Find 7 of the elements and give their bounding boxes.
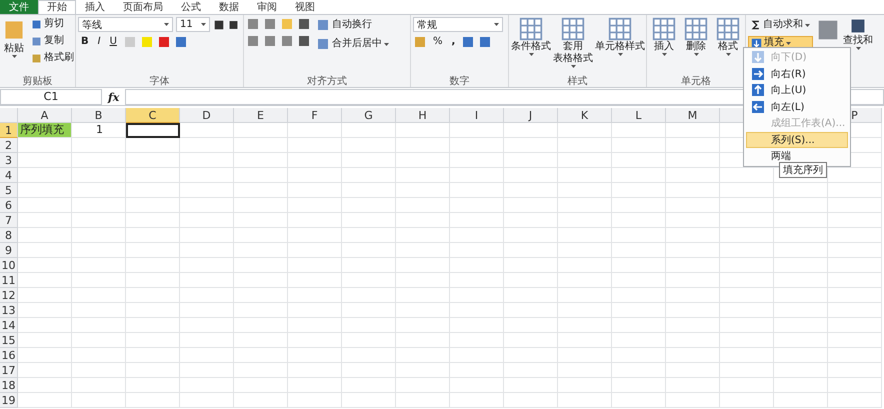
group-label: 字体 xyxy=(148,74,170,87)
group-label: 单元格 xyxy=(680,74,712,87)
group-label: 样式 xyxy=(566,74,588,87)
group-label: 对齐方式 xyxy=(306,74,348,87)
tooltip: 填充序列 xyxy=(779,162,827,178)
group-label: 剪贴板 xyxy=(22,74,54,87)
group-label: 数字 xyxy=(448,74,470,87)
